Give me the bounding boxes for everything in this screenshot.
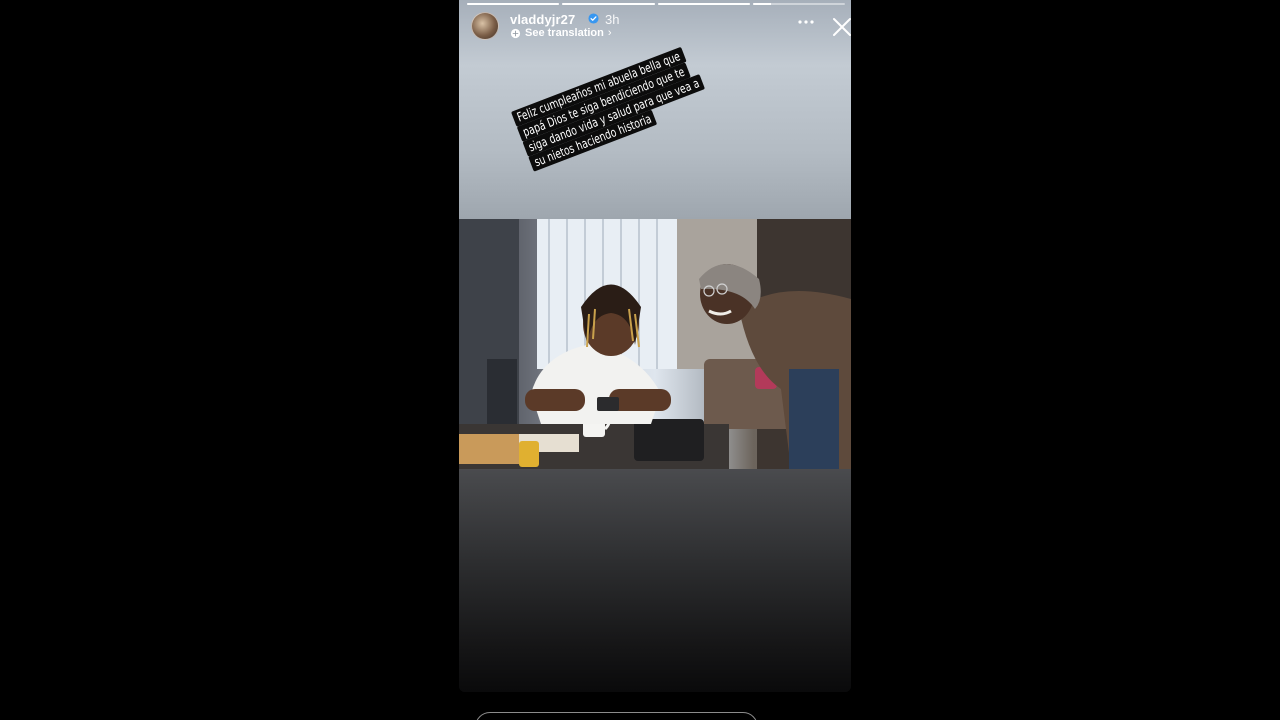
progress-fill — [752, 3, 772, 5]
verified-badge-icon — [588, 13, 599, 24]
progress-segment — [657, 3, 750, 5]
progress-segment — [562, 3, 655, 5]
story-frame[interactable]: vladdyjr27 3h See translation › Feliz cu… — [459, 0, 851, 692]
progress-segment — [467, 3, 560, 5]
chevron-right-icon: › — [607, 27, 612, 39]
progress-segment — [752, 3, 845, 5]
story-photo — [459, 219, 851, 469]
see-translation-label: See translation — [525, 27, 604, 39]
progress-fill — [467, 3, 560, 5]
translate-icon — [510, 28, 521, 38]
more-options-icon[interactable] — [796, 14, 816, 30]
story-timestamp: 3h — [605, 12, 620, 27]
reply-input[interactable] — [475, 712, 758, 720]
username[interactable]: vladdyjr27 — [510, 12, 575, 27]
see-translation-link[interactable]: See translation › — [510, 27, 612, 39]
progress-fill — [657, 3, 750, 5]
profile-avatar[interactable] — [471, 12, 499, 40]
story-background-bottom — [459, 469, 851, 692]
close-icon[interactable] — [832, 17, 851, 37]
progress-fill — [562, 3, 655, 5]
story-progress-bar — [467, 3, 845, 5]
story-header: vladdyjr27 3h See translation › — [469, 10, 851, 44]
story-viewer: vladdyjr27 3h See translation › Feliz cu… — [0, 0, 1280, 720]
story-photo-illustration — [459, 219, 851, 469]
